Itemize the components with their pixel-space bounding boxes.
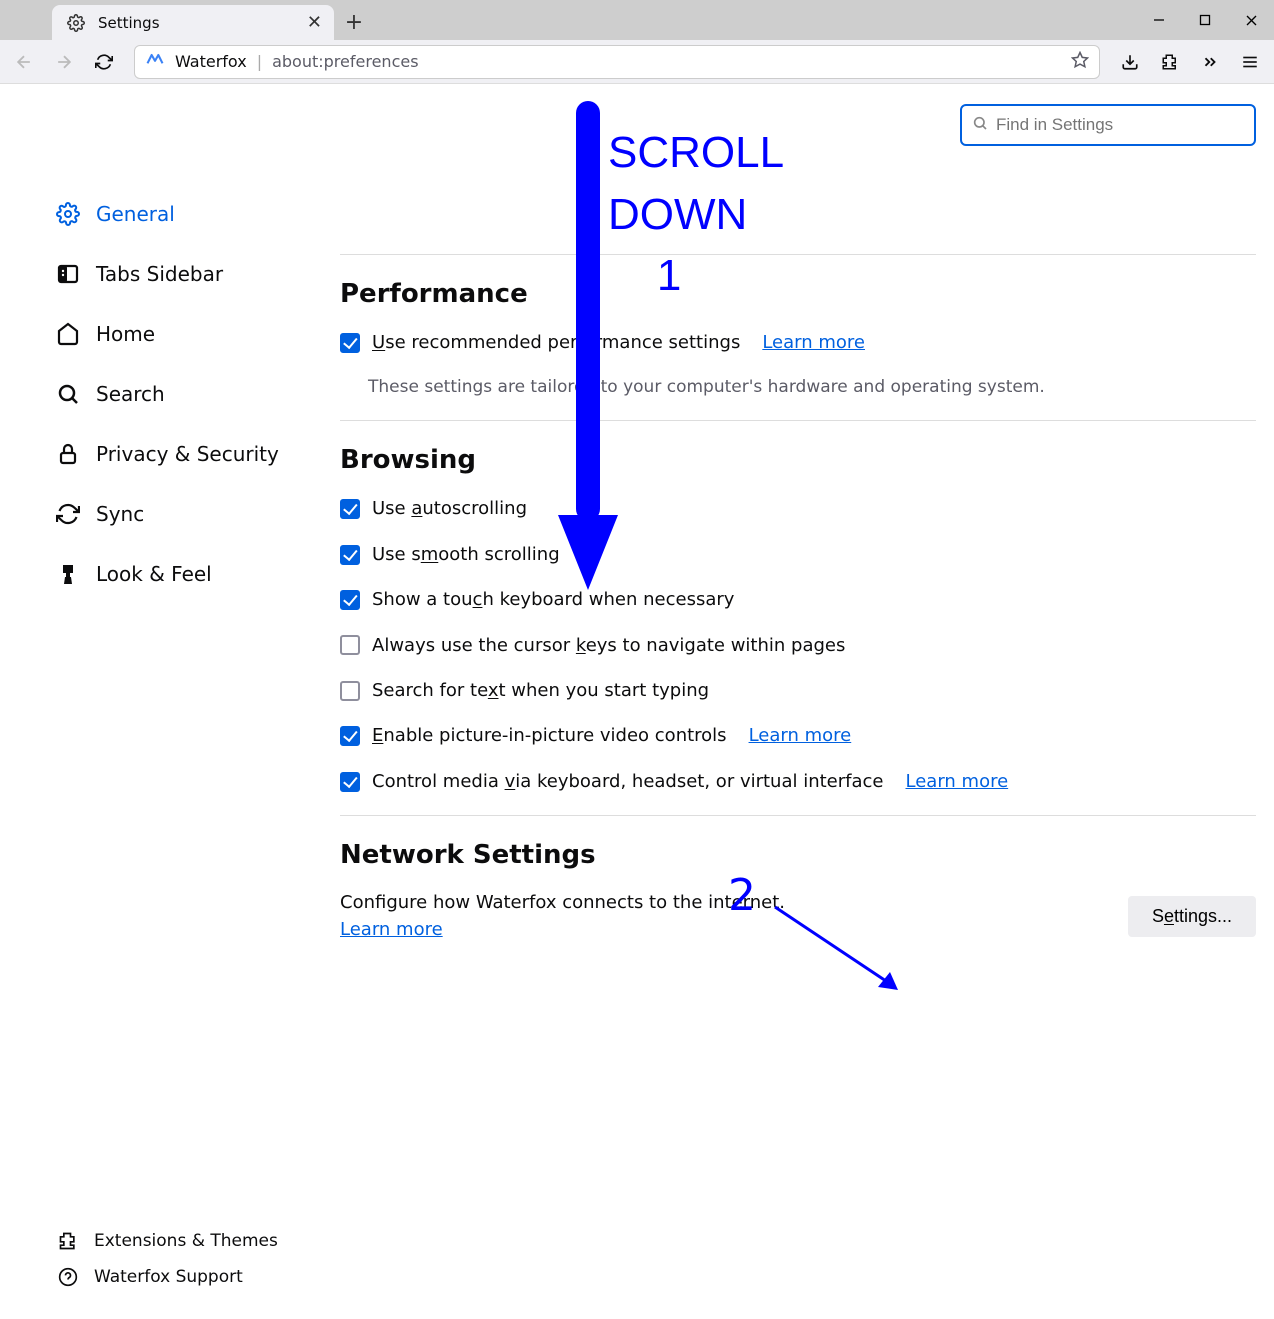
- performance-note: These settings are tailored to your comp…: [368, 376, 1256, 398]
- urlbar-brand: Waterfox: [175, 52, 247, 71]
- home-icon: [56, 322, 80, 346]
- sidebar-item-tabs-sidebar[interactable]: Tabs Sidebar: [56, 244, 340, 304]
- lock-icon: [56, 442, 80, 466]
- sidebar-label: Privacy & Security: [96, 442, 279, 466]
- gear-icon: [64, 11, 88, 35]
- checkbox-label: Show a touch keyboard when necessary: [372, 588, 734, 611]
- footer-label: Waterfox Support: [94, 1267, 243, 1287]
- tab-title: Settings: [98, 14, 297, 32]
- titlebar: Settings ✕ +: [0, 0, 1274, 40]
- sidebar-footer-support[interactable]: Waterfox Support: [56, 1265, 278, 1289]
- browsing-option-row[interactable]: Enable picture-in-picture video controls…: [340, 724, 1256, 747]
- sidebar-footer-extensions[interactable]: Extensions & Themes: [56, 1229, 278, 1253]
- content-area: General Tabs Sidebar Home Search Privacy…: [0, 84, 1274, 1319]
- back-button[interactable]: [8, 46, 40, 78]
- section-title: Performance: [340, 279, 1256, 309]
- browser-tab[interactable]: Settings ✕: [52, 5, 334, 40]
- close-window-button[interactable]: [1228, 0, 1274, 40]
- maximize-button[interactable]: [1182, 0, 1228, 40]
- sidebar-item-sync[interactable]: Sync: [56, 484, 340, 544]
- sidebar-label: Look & Feel: [96, 562, 212, 586]
- bookmark-star-icon[interactable]: [1071, 51, 1089, 73]
- browsing-option-row[interactable]: Search for text when you start typing: [340, 679, 1256, 702]
- brush-icon: [56, 562, 80, 586]
- network-settings-button[interactable]: Settings...: [1128, 896, 1256, 937]
- browsing-option-row[interactable]: Use smooth scrolling: [340, 543, 1256, 566]
- gear-icon: [56, 202, 80, 226]
- checkbox-label: Use smooth scrolling: [372, 543, 560, 566]
- find-in-settings-box[interactable]: [960, 104, 1256, 146]
- puzzle-icon: [56, 1229, 80, 1253]
- learn-more-link[interactable]: Learn more: [762, 331, 865, 354]
- toolbar: Waterfox | about:preferences: [0, 40, 1274, 84]
- new-tab-button[interactable]: +: [334, 5, 374, 40]
- sidebar-label: Home: [96, 322, 155, 346]
- performance-section: Performance Use recommended performance …: [340, 254, 1256, 398]
- sidebar-label: Sync: [96, 502, 144, 526]
- network-desc: Configure how Waterfox connects to the i…: [340, 892, 785, 913]
- sync-icon: [56, 502, 80, 526]
- browsing-option-row[interactable]: Use autoscrolling: [340, 497, 1256, 520]
- close-tab-button[interactable]: ✕: [307, 12, 322, 33]
- browsing-option-row[interactable]: Control media via keyboard, headset, or …: [340, 770, 1256, 793]
- search-icon: [972, 115, 988, 136]
- sidebar-item-search[interactable]: Search: [56, 364, 340, 424]
- sidebar-label: Search: [96, 382, 165, 406]
- sidebar-label: Tabs Sidebar: [96, 262, 223, 286]
- checkbox-label: Always use the cursor keys to navigate w…: [372, 634, 845, 657]
- checkbox-label: Control media via keyboard, headset, or …: [372, 770, 884, 793]
- sidebar-item-look-feel[interactable]: Look & Feel: [56, 544, 340, 604]
- sidebar-item-general[interactable]: General: [56, 184, 340, 244]
- checkbox-browsing-6[interactable]: [340, 772, 360, 792]
- sidebar-label: General: [96, 202, 175, 226]
- browsing-option-row[interactable]: Always use the cursor keys to navigate w…: [340, 634, 1256, 657]
- downloads-button[interactable]: [1114, 46, 1146, 78]
- performance-recommended-row[interactable]: Use recommended performance settings Lea…: [340, 331, 1256, 354]
- browsing-option-row[interactable]: Show a touch keyboard when necessary: [340, 588, 1256, 611]
- learn-more-link[interactable]: Learn more: [906, 770, 1009, 793]
- extensions-button[interactable]: [1154, 46, 1186, 78]
- network-section: Network Settings Configure how Waterfox …: [340, 815, 1256, 940]
- settings-sidebar: General Tabs Sidebar Home Search Privacy…: [0, 84, 340, 1319]
- checkbox-label: Use recommended performance settings: [372, 331, 740, 354]
- checkbox-browsing-2[interactable]: [340, 590, 360, 610]
- checkbox-label: Enable picture-in-picture video controls: [372, 724, 727, 747]
- forward-button[interactable]: [48, 46, 80, 78]
- reload-button[interactable]: [88, 46, 120, 78]
- checkbox-browsing-3[interactable]: [340, 635, 360, 655]
- checkbox-browsing-4[interactable]: [340, 681, 360, 701]
- urlbar-separator: |: [257, 52, 262, 71]
- sidebar-icon: [56, 262, 80, 286]
- menu-button[interactable]: [1234, 46, 1266, 78]
- overflow-button[interactable]: [1194, 46, 1226, 78]
- help-icon: [56, 1265, 80, 1289]
- checkbox-label: Use autoscrolling: [372, 497, 527, 520]
- main-panel: Performance Use recommended performance …: [340, 84, 1274, 1319]
- browsing-section: Browsing Use autoscrolling Use smooth scr…: [340, 420, 1256, 793]
- checkbox-recommended-performance[interactable]: [340, 333, 360, 353]
- waterfox-logo-icon: [145, 50, 165, 74]
- sidebar-item-privacy-security[interactable]: Privacy & Security: [56, 424, 340, 484]
- checkbox-browsing-1[interactable]: [340, 545, 360, 565]
- checkbox-browsing-0[interactable]: [340, 499, 360, 519]
- urlbar-text: about:preferences: [272, 52, 1061, 71]
- section-title: Network Settings: [340, 840, 1256, 870]
- minimize-button[interactable]: [1136, 0, 1182, 40]
- find-in-settings-input[interactable]: [996, 115, 1244, 135]
- footer-label: Extensions & Themes: [94, 1231, 278, 1251]
- sidebar-item-home[interactable]: Home: [56, 304, 340, 364]
- url-bar[interactable]: Waterfox | about:preferences: [134, 45, 1100, 79]
- window-controls: [1136, 0, 1274, 40]
- learn-more-link[interactable]: Learn more: [340, 919, 443, 940]
- checkbox-browsing-5[interactable]: [340, 726, 360, 746]
- learn-more-link[interactable]: Learn more: [749, 724, 852, 747]
- search-icon: [56, 382, 80, 406]
- section-title: Browsing: [340, 445, 1256, 475]
- checkbox-label: Search for text when you start typing: [372, 679, 709, 702]
